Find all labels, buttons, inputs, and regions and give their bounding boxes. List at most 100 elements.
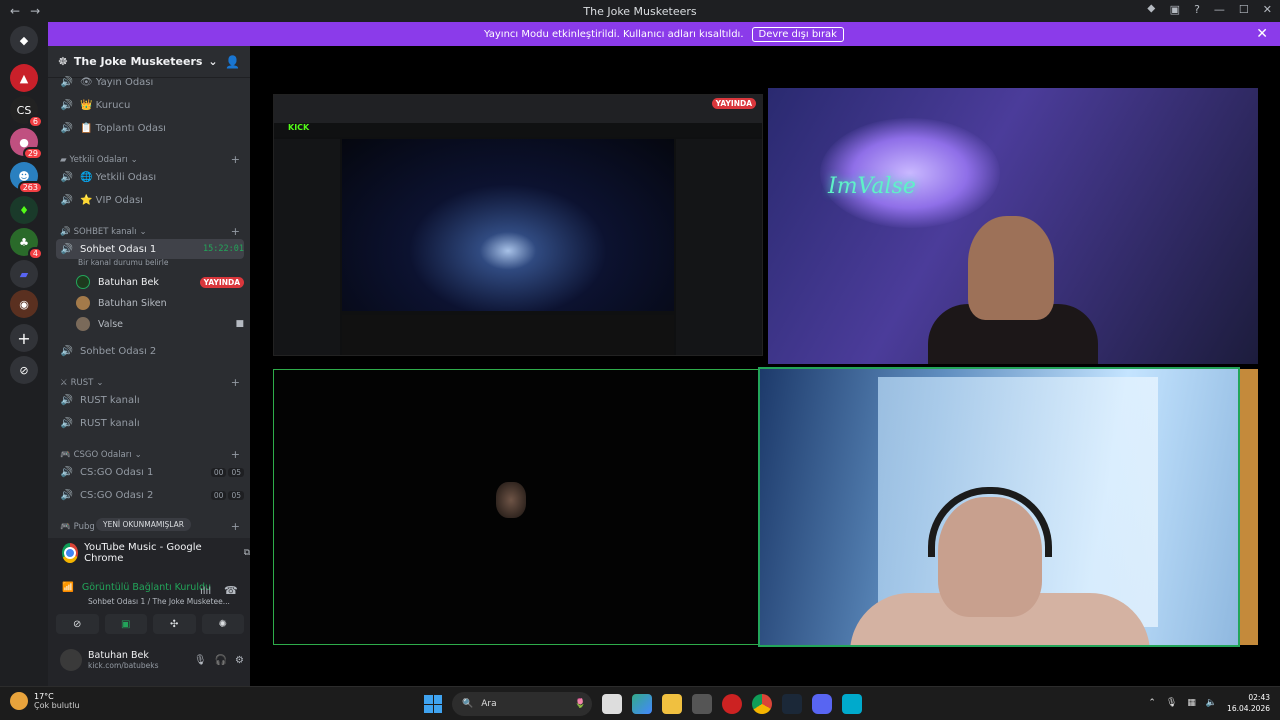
server-folder-icon[interactable]: ▰ — [10, 260, 38, 288]
video-stage: KICK YAYINDA ImValse — [250, 46, 1280, 686]
help-icon[interactable]: ? — [1194, 3, 1200, 17]
discord-home-icon[interactable]: ◆ — [10, 26, 38, 54]
add-channel-icon[interactable]: + — [231, 376, 240, 389]
screen-share-button[interactable]: ▣ — [104, 614, 147, 634]
server-icon[interactable]: ◉ — [10, 290, 38, 318]
server-icon[interactable]: ♦ — [10, 196, 38, 224]
folder-icon[interactable] — [662, 694, 682, 714]
category-sohbet[interactable]: 🔊 SOHBET kanalı ⌄ + — [60, 225, 240, 238]
voice-channel[interactable]: 🔊 👁 Yayın Odası — [56, 72, 244, 92]
noise-icon[interactable]: ılıl — [200, 586, 211, 597]
gear-icon[interactable]: ⚙ — [235, 655, 244, 666]
chevron-down-icon: ⌄ — [208, 55, 218, 68]
voice-channel[interactable]: 🔊 RUST kanalı — [56, 413, 244, 433]
category-csgo[interactable]: 🎮 CSGO Odaları ⌄ + — [60, 448, 240, 461]
voice-channel[interactable]: 🔊 RUST kanalı — [56, 390, 244, 410]
store-icon[interactable] — [632, 694, 652, 714]
neon-sign: ImValse — [828, 174, 916, 199]
soundboard-button[interactable]: ✺ — [201, 614, 244, 634]
explore-icon[interactable]: ⊘ — [10, 356, 38, 384]
server-icon[interactable]: ♣ 4 — [10, 228, 43, 260]
clock[interactable]: 02:43 16.04.2026 — [1227, 692, 1270, 714]
voice-channel[interactable]: 🔊 📋 Toplantı Odası — [56, 118, 244, 138]
server-icon[interactable]: CS 6 — [10, 96, 43, 128]
speaker-icon: 🔊 — [60, 76, 74, 88]
voice-member[interactable]: Valse ■ — [76, 314, 244, 334]
speaking-camera-tile[interactable] — [758, 367, 1240, 647]
task-view-icon[interactable] — [602, 694, 622, 714]
app-icon[interactable] — [842, 694, 862, 714]
disconnect-icon[interactable]: ☎ — [224, 584, 238, 597]
inbox-icon[interactable]: ⯁ — [1147, 3, 1156, 17]
voice-channel[interactable]: 🔊 👑 Kurucu — [56, 95, 244, 115]
microphone-icon[interactable]: 🎙 — [194, 655, 207, 666]
camera-tile[interactable]: ImValse — [768, 88, 1258, 364]
close-window-button[interactable]: ✕ — [1263, 3, 1272, 17]
windows-start-icon[interactable] — [424, 695, 442, 713]
back-arrow-icon[interactable]: ← — [10, 4, 20, 18]
voice-channel[interactable]: 🔊 ⭐ VIP Odası — [56, 190, 244, 210]
shared-chat — [676, 139, 762, 355]
window-title: The Joke Musketeers — [583, 4, 697, 18]
shared-site-header: KICK — [274, 123, 762, 137]
monitor-icon[interactable]: ▣ — [1170, 3, 1180, 17]
add-channel-icon[interactable]: + — [231, 225, 240, 238]
channel-sidebar: ☸ The Joke Musketeers ⌄ 👤 🔊 👁 Yayın Odası… — [48, 46, 250, 686]
shared-game-video — [342, 139, 674, 311]
active-voice-channel[interactable]: 🔊 Sohbet Odası 1 15:22:01 — [56, 239, 244, 259]
discord-icon[interactable] — [812, 694, 832, 714]
voice-channel[interactable]: 🔊 Sohbet Odası 2 — [56, 341, 244, 361]
add-channel-icon[interactable]: + — [231, 448, 240, 461]
add-server-icon[interactable]: + — [10, 324, 38, 352]
voice-channel-info[interactable]: Sohbet Odası 1 / The Joke Musketee... — [88, 597, 230, 606]
steam-icon[interactable] — [782, 694, 802, 714]
current-user[interactable]: Batuhan Bek kick.com/batubeks 🎙 🎧 ⚙ — [60, 644, 244, 676]
search-icon: 🔍 — [462, 699, 474, 709]
voice-channel[interactable]: 🔊 🌐 Yetkili Odası — [56, 167, 244, 187]
voice-channel[interactable]: 🔊 CS:GO Odası 2 00 05 — [56, 485, 244, 505]
minimize-button[interactable]: — — [1214, 3, 1225, 17]
voice-status[interactable]: 📶 Görüntülü Bağlantı Kuruldu — [62, 582, 211, 593]
app-icon[interactable] — [692, 694, 712, 714]
activity-row[interactable]: YouTube Music - Google Chrome ⧉ — [62, 542, 250, 564]
volume-icon[interactable]: 🔈 — [1206, 698, 1217, 708]
flower-icon: 🌷 — [574, 699, 586, 709]
voice-member[interactable]: Batuhan Siken — [76, 293, 244, 313]
close-banner-icon[interactable]: ✕ — [1256, 26, 1268, 42]
voice-limit: 00 05 — [210, 490, 244, 500]
network-icon[interactable]: ▦ — [1187, 698, 1196, 708]
avatar — [76, 296, 90, 310]
forward-arrow-icon[interactable]: → — [30, 4, 40, 18]
maximize-button[interactable]: ☐ — [1239, 3, 1249, 17]
server-icon[interactable]: ☻ 263 — [10, 162, 43, 194]
chevron-up-icon[interactable]: ⌃ — [1148, 698, 1156, 708]
taskbar-search[interactable]: 🔍 Ara 🌷 — [452, 692, 592, 716]
screen-share-tile[interactable]: KICK YAYINDA — [273, 94, 763, 356]
microphone-icon[interactable]: 🎙 — [1166, 698, 1177, 708]
avatar — [60, 649, 82, 671]
add-channel-icon[interactable]: + — [231, 153, 240, 166]
server-icon[interactable]: ▲ — [10, 64, 38, 92]
chrome-icon[interactable] — [752, 694, 772, 714]
category-yetkili[interactable]: ▰ Yetkili Odaları ⌄ + — [60, 153, 240, 166]
category-rust[interactable]: ⚔ RUST ⌄ + — [60, 376, 240, 389]
voice-channel[interactable]: 🔊 CS:GO Odası 1 00 05 — [56, 462, 244, 482]
new-unread-pill[interactable]: YENİ OKUNMAMIŞLAR — [96, 518, 191, 531]
activities-button[interactable]: ✣ — [153, 614, 196, 634]
guild-name: The Joke Musketeers — [73, 55, 203, 68]
app-icon[interactable] — [722, 694, 742, 714]
add-channel-icon[interactable]: + — [231, 520, 240, 533]
channel-status-prompt[interactable]: Bir kanal durumu belirle — [78, 258, 168, 267]
participant-tile[interactable] — [273, 369, 759, 645]
camera-off-button[interactable]: ⊘ — [56, 614, 99, 634]
invite-icon[interactable]: 👤 — [225, 55, 240, 69]
server-icon[interactable]: ● 29 — [10, 128, 43, 160]
gamepad-icon: 🎮 — [60, 521, 71, 532]
camera-icon: ■ — [235, 319, 244, 329]
disable-streamer-mode-button[interactable]: Devre dışı bırak — [751, 26, 844, 42]
headphones-icon[interactable]: 🎧 — [215, 655, 227, 666]
weather-widget[interactable]: 17°C Çok bulutlu — [10, 692, 80, 710]
voice-member[interactable]: Batuhan Bek YAYINDA — [76, 272, 244, 292]
person-head — [968, 216, 1054, 320]
signal-icon: 📶 — [62, 582, 74, 593]
